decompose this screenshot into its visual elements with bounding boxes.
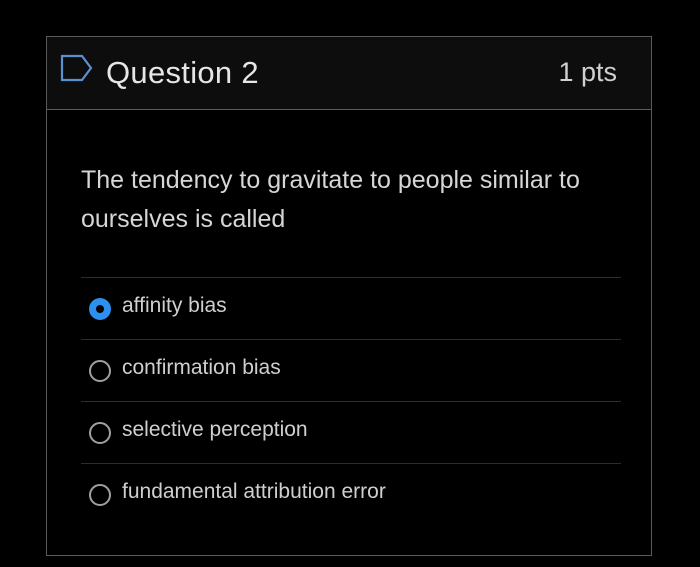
answer-option[interactable]: fundamental attribution error: [81, 463, 621, 525]
flag-icon[interactable]: [60, 54, 94, 82]
question-header: Question 2 1 pts: [47, 37, 651, 110]
answer-label[interactable]: affinity bias: [122, 294, 227, 318]
answer-label[interactable]: confirmation bias: [122, 356, 281, 380]
answer-label[interactable]: selective perception: [122, 418, 308, 442]
answer-option[interactable]: confirmation bias: [81, 339, 621, 401]
question-text: The tendency to gravitate to people simi…: [81, 166, 580, 233]
answer-list: affinity bias confirmation bias selectiv…: [81, 277, 621, 525]
question-card: Question 2 1 pts The tendency to gravita…: [46, 36, 652, 556]
question-points: 1 pts: [558, 57, 617, 87]
radio-button[interactable]: [89, 422, 111, 444]
answer-option[interactable]: affinity bias: [81, 277, 621, 339]
question-title: Question 2: [106, 55, 259, 90]
answer-option[interactable]: selective perception: [81, 401, 621, 463]
answer-label[interactable]: fundamental attribution error: [122, 480, 386, 504]
radio-button[interactable]: [89, 360, 111, 382]
radio-button-selected[interactable]: [89, 298, 111, 320]
radio-button[interactable]: [89, 484, 111, 506]
